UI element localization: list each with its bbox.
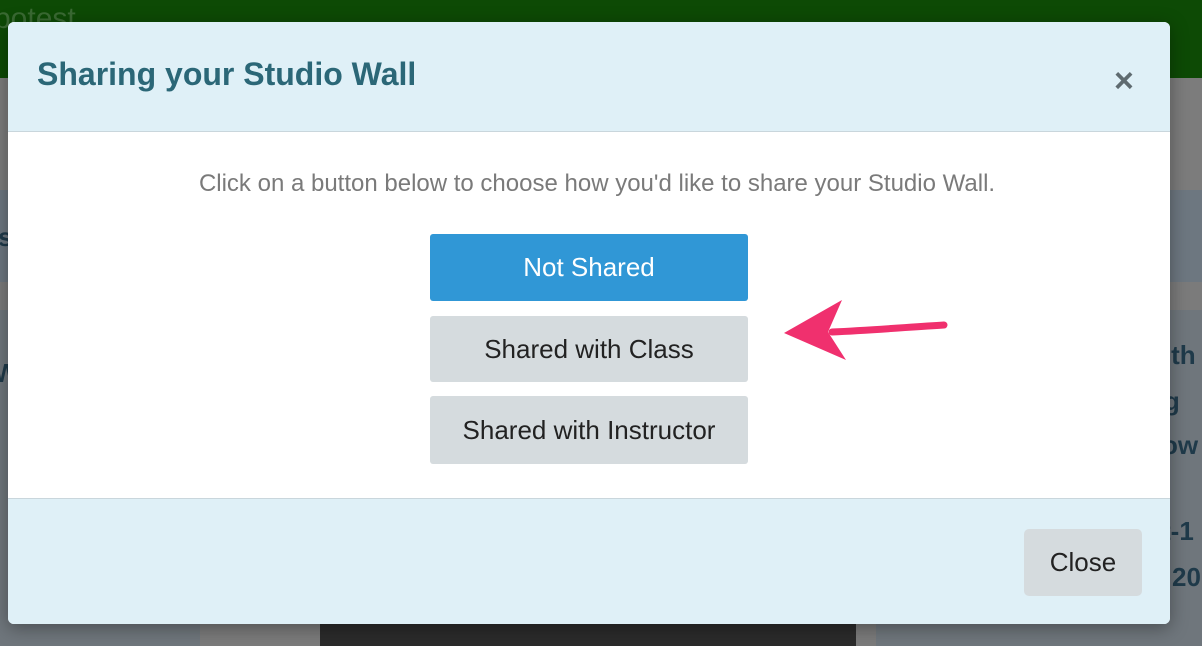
share-modal: Sharing your Studio Wall × Click on a bu… [8,22,1170,624]
shared-with-instructor-button[interactable]: Shared with Instructor [430,396,748,464]
modal-footer: Close [8,498,1170,624]
modal-header: Sharing your Studio Wall × [8,22,1170,132]
instruction-text: Click on a button below to choose how yo… [198,170,996,197]
background-text: 20 [1172,562,1201,592]
close-button[interactable]: Close [1024,529,1142,596]
arrow-left-icon [784,300,948,360]
modal-title: Sharing your Studio Wall [37,56,417,92]
page: potest s W g th ng Y ow t-1 20 Sharing y… [0,0,1202,646]
shared-with-class-button[interactable]: Shared with Class [430,316,748,382]
not-shared-button[interactable]: Not Shared [430,234,748,301]
close-icon[interactable]: × [1114,64,1134,98]
